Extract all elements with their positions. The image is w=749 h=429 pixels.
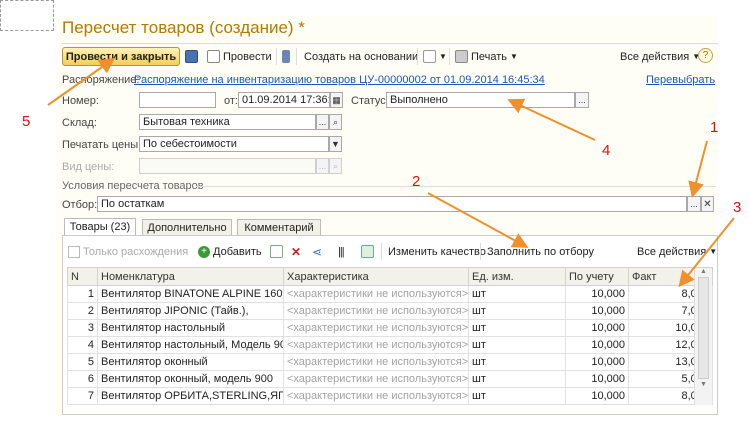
arrow-3 bbox=[678, 217, 735, 288]
annotation-2: 2 bbox=[412, 173, 421, 190]
arrow-5 bbox=[47, 57, 116, 106]
arrow-4 bbox=[507, 98, 596, 141]
arrow-2 bbox=[427, 192, 529, 248]
annotation-1: 1 bbox=[710, 119, 719, 136]
annotation-arrows bbox=[47, 57, 735, 288]
arrow-1 bbox=[688, 140, 708, 198]
annotation-4: 4 bbox=[602, 142, 611, 159]
annotation-3: 3 bbox=[733, 199, 742, 216]
annotation-5: 5 bbox=[22, 113, 31, 130]
